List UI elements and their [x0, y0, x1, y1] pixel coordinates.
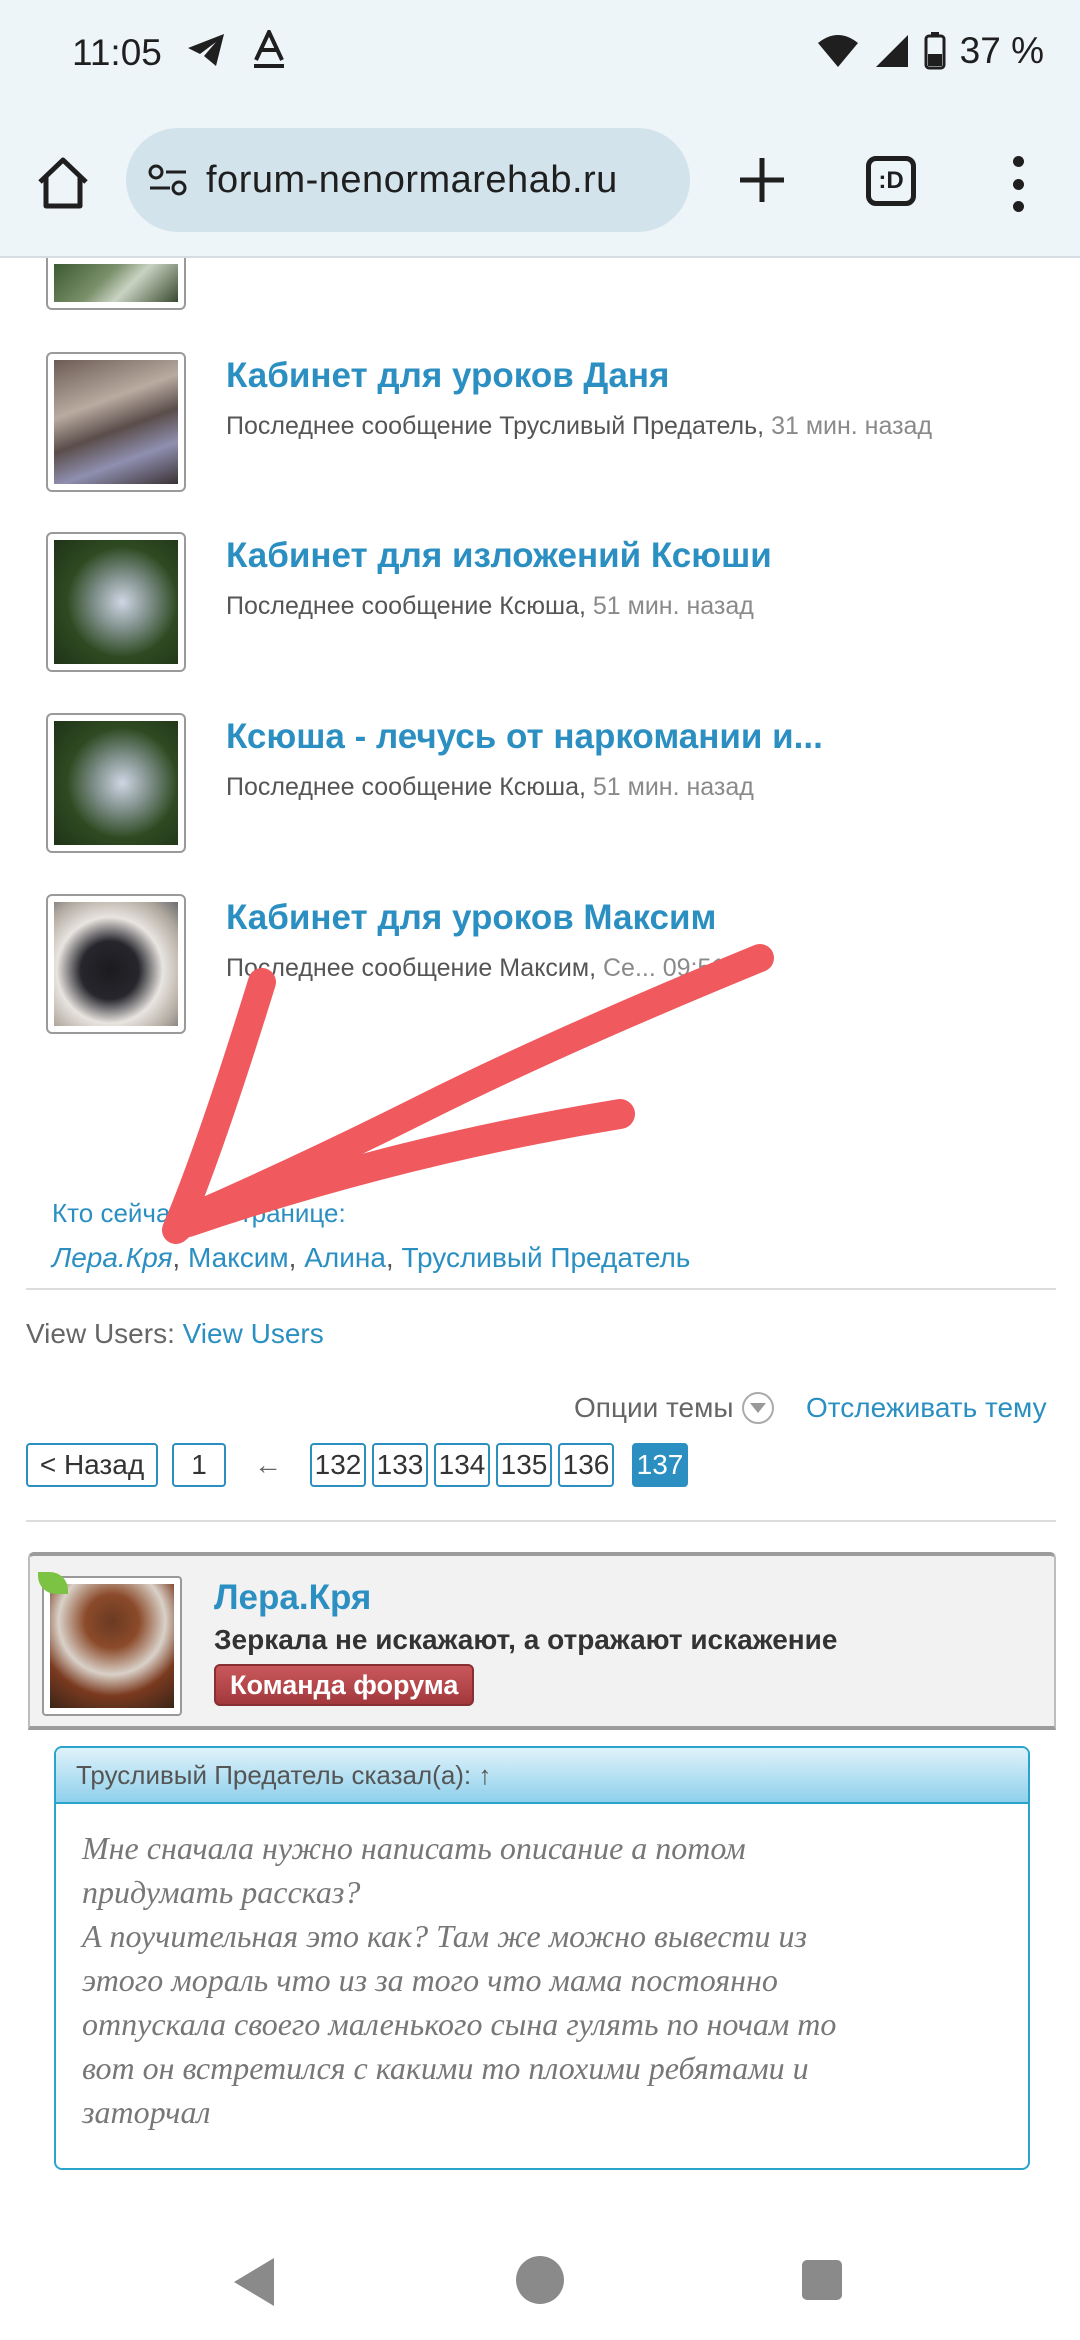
- pager-page[interactable]: 134: [434, 1443, 490, 1487]
- forum-item[interactable]: Ксюша - лечусь от наркомании и... Послед…: [46, 713, 1046, 863]
- post-author-name[interactable]: Лера.Кря: [214, 1578, 371, 1618]
- site-settings-icon[interactable]: [148, 163, 188, 197]
- watch-thread-link[interactable]: Отслеживать тему: [806, 1392, 1047, 1424]
- post-author-title: Зеркала не искажают, а отражают искажени…: [214, 1624, 838, 1655]
- forum-last-post: Последнее сообщение Ксюша, 51 мин. назад: [226, 773, 754, 801]
- divider: [26, 1520, 1056, 1522]
- pager-page[interactable]: 135: [496, 1443, 552, 1487]
- home-circle-icon[interactable]: [516, 2256, 564, 2304]
- forum-title[interactable]: Кабинет для изложений Ксюши: [226, 536, 772, 576]
- recent-apps-icon[interactable]: [802, 2260, 842, 2300]
- online-user[interactable]: Лера.Кря: [52, 1242, 172, 1273]
- battery-percent: 37 %: [959, 30, 1044, 71]
- forum-thumbnail: [46, 894, 186, 1034]
- quote-header[interactable]: Трусливый Предатель сказал(а): ↑: [56, 1748, 1028, 1804]
- home-icon[interactable]: [34, 154, 92, 212]
- forum-title[interactable]: Кабинет для уроков Даня: [226, 356, 669, 396]
- forum-thumbnail: [46, 713, 186, 853]
- pagination: < Назад 1 ← 132 133 134 135 136 137: [26, 1443, 688, 1487]
- chevron-down-icon: [741, 1392, 774, 1424]
- pager-back-button[interactable]: < Назад: [26, 1443, 158, 1487]
- status-time: 11:05: [72, 32, 162, 73]
- url-bar[interactable]: forum-nenormarehab.ru: [126, 128, 690, 232]
- thread-options-button[interactable]: Опции темы: [574, 1392, 774, 1424]
- online-users-label: Кто сейчас на странице:: [52, 1198, 346, 1228]
- more-menu-icon[interactable]: [1000, 156, 1036, 212]
- online-indicator-icon: [38, 1572, 68, 1594]
- url-text: forum-nenormarehab.ru: [206, 158, 618, 201]
- post-author-block: Лера.Кря Зеркала не искажают, а отражают…: [28, 1552, 1056, 1730]
- forum-thumbnail: [46, 258, 186, 310]
- system-nav-bar: [0, 2220, 1080, 2340]
- avatar[interactable]: [38, 1572, 182, 1716]
- pager-page[interactable]: 133: [372, 1443, 428, 1487]
- view-users-row: View Users: View Users: [26, 1318, 324, 1349]
- wifi-icon: [817, 35, 858, 67]
- forum-last-post: Последнее сообщение Максим, Се... 09:51: [226, 954, 726, 982]
- forum-item-partial[interactable]: [46, 258, 1046, 310]
- divider: [26, 1288, 1056, 1290]
- forum-thumbnail: [46, 532, 186, 672]
- forum-last-post: Последнее сообщение Ксюша, 51 мин. назад: [226, 592, 754, 620]
- forum-item[interactable]: Кабинет для уроков Даня Последнее сообще…: [46, 352, 1046, 502]
- quote-block: Трусливый Предатель сказал(а): ↑ Мне сна…: [54, 1746, 1030, 2170]
- forum-title[interactable]: Ксюша - лечусь от наркомании и...: [226, 717, 823, 757]
- forum-title[interactable]: Кабинет для уроков Максим: [226, 898, 716, 938]
- pager-current-page[interactable]: 137: [632, 1443, 688, 1487]
- pager-ellipsis-arrow: ←: [254, 1449, 282, 1480]
- forum-item[interactable]: Кабинет для изложений Ксюши Последнее со…: [46, 532, 1046, 682]
- online-user[interactable]: Алина: [304, 1242, 386, 1273]
- forum-item[interactable]: Кабинет для уроков Максим Последнее сооб…: [46, 894, 1046, 1044]
- signal-icon: [875, 35, 908, 67]
- pager-page[interactable]: 1: [172, 1443, 226, 1487]
- view-users-link[interactable]: View Users: [183, 1318, 324, 1349]
- tab-switcher-button[interactable]: :D: [866, 156, 916, 206]
- pager-page[interactable]: 136: [558, 1443, 614, 1487]
- online-user[interactable]: Трусливый Предатель: [401, 1242, 690, 1273]
- text-a-icon: [254, 30, 284, 68]
- forum-last-post: Последнее сообщение Трусливый Предатель,…: [226, 412, 933, 440]
- pager-page[interactable]: 132: [310, 1443, 366, 1487]
- telegram-icon: [188, 34, 224, 66]
- status-bar: 11:05 37 %: [0, 0, 1080, 108]
- quote-text: Мне сначала нужно написать описание а по…: [82, 1830, 837, 2130]
- battery-icon: [924, 32, 946, 70]
- forum-thumbnail: [46, 352, 186, 492]
- browser-toolbar: forum-nenormarehab.ru :D: [0, 108, 1080, 258]
- online-user[interactable]: Максим: [188, 1242, 289, 1273]
- online-users-list: Лера.Кря, Максим, Алина, Трусливый Преда…: [52, 1242, 691, 1273]
- back-icon[interactable]: [234, 2258, 274, 2306]
- plus-icon[interactable]: [734, 152, 790, 208]
- staff-badge: Команда форума: [214, 1664, 475, 1706]
